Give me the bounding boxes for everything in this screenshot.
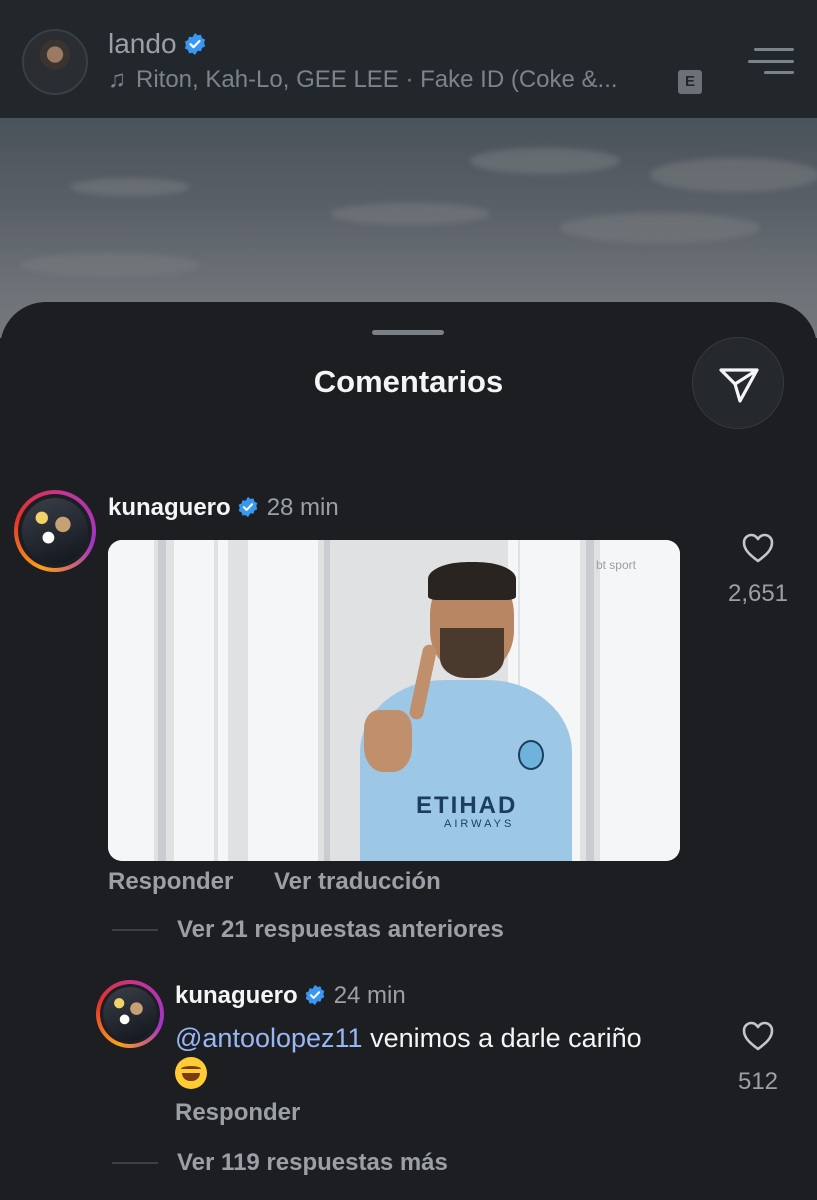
commenter-avatar[interactable] [96,980,164,1048]
story-header: lando ♫ Riton, Kah-Lo, GEE LEE · Fake ID … [0,0,817,118]
comment-time: 24 min [333,982,406,1009]
comment-time: 28 min [266,494,339,521]
author-avatar[interactable] [22,29,88,95]
explicit-badge: E [678,70,702,94]
menu-icon[interactable] [748,46,794,76]
reply-button[interactable]: Responder [175,1099,300,1127]
comment-username[interactable]: kunaguero [108,494,231,521]
view-previous-replies[interactable]: Ver 21 respuestas anteriores [177,916,504,944]
view-more-replies[interactable]: Ver 119 respuestas más [177,1149,448,1177]
music-note-icon: ♫ [108,66,126,93]
gif-shirt-subtext: AIRWAYS [444,818,515,830]
sheet-grabber[interactable] [372,330,444,335]
comment-header: kunaguero 28 min [108,494,339,522]
comment-body: venimos a darle cariño [362,1023,642,1053]
like-count: 512 [737,1068,779,1095]
comment-text: @antoolopez11 venimos a darle cariño [175,1020,715,1092]
commenter-avatar[interactable] [14,490,96,572]
comment-header: kunaguero 24 min [175,982,406,1010]
send-button[interactable] [692,337,784,429]
author-name[interactable]: lando [108,28,207,60]
club-badge [518,740,544,770]
verified-icon [238,496,257,518]
rolling-laughing-emoji [175,1057,207,1089]
replies-divider [112,1162,158,1164]
translate-button[interactable]: Ver traducción [274,868,441,896]
like-count: 2,651 [727,580,789,607]
author-username[interactable]: lando [108,28,177,59]
reply-button[interactable]: Responder [108,868,233,896]
heart-icon[interactable] [740,1018,776,1054]
gif-watermark: bt sport [595,558,636,572]
song-title: Riton, Kah-Lo, GEE LEE · Fake ID (Coke &… [136,66,618,93]
mention-link[interactable]: @antoolopez11 [175,1023,363,1053]
replies-divider [112,929,158,931]
comment-username[interactable]: kunaguero [175,982,298,1009]
song-info[interactable]: ♫ Riton, Kah-Lo, GEE LEE · Fake ID (Coke … [108,66,618,94]
heart-icon[interactable] [740,530,776,566]
gif-shirt-text: ETIHAD [416,792,518,819]
verified-icon [184,33,205,55]
send-icon [719,368,759,403]
verified-icon [305,984,324,1006]
comment-gif[interactable]: bt sport ETIHAD AIRWAYS [108,540,680,861]
